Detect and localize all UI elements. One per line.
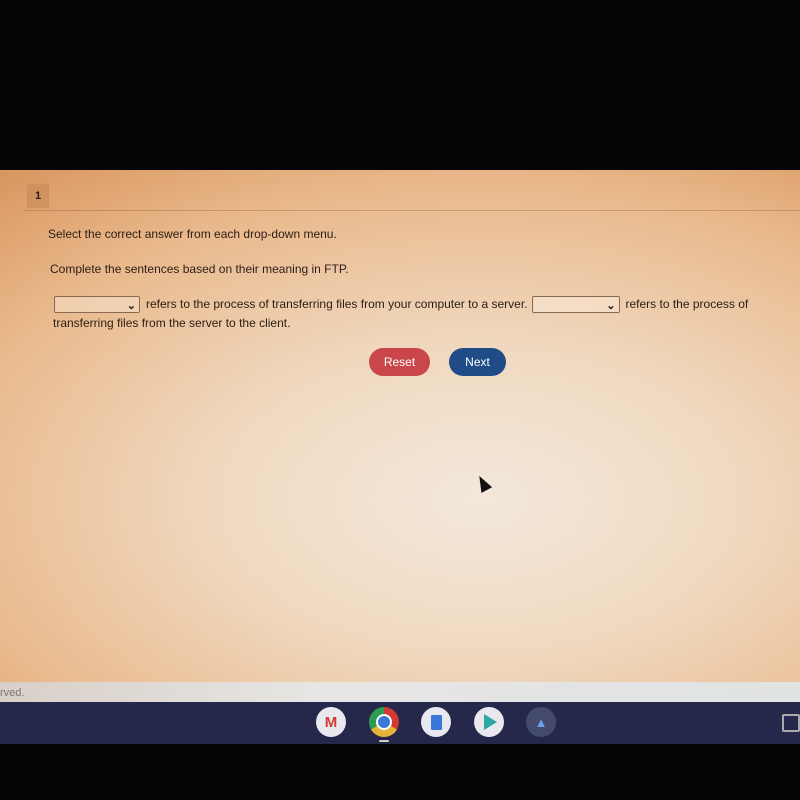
sentence-part-2: refers to the process of: [625, 297, 749, 311]
active-app-indicator: [379, 740, 389, 742]
sentence-part-3: transferring files from the server to th…: [53, 316, 291, 330]
footer-text: rved.: [0, 687, 25, 699]
question-number: 1: [27, 184, 49, 208]
sentence-part-1: refers to the process of transferring fi…: [146, 297, 528, 311]
photos-icon[interactable]: ▲: [526, 707, 556, 737]
prompt-text: Complete the sentences based on their me…: [50, 262, 349, 276]
play-triangle: [484, 714, 497, 730]
chrome-center: [376, 714, 392, 730]
gmail-glyph: M: [324, 713, 338, 731]
reset-button[interactable]: Reset: [369, 348, 430, 376]
sentence-block: ⌄ refers to the process of transferring f…: [53, 294, 774, 330]
next-button[interactable]: Next: [449, 348, 506, 376]
os-shelf: M ▲: [0, 702, 800, 744]
mouse-cursor-icon: [473, 473, 493, 493]
docs-page: [430, 714, 442, 730]
chrome-icon[interactable]: [369, 707, 399, 737]
gmail-icon[interactable]: M: [316, 707, 346, 737]
instruction-text: Select the correct answer from each drop…: [48, 227, 337, 241]
photos-glyph: ▲: [534, 714, 548, 730]
question-header: 1: [24, 182, 800, 211]
dropdown-2[interactable]: ⌄: [531, 296, 620, 314]
chevron-down-icon: ⌄: [606, 300, 616, 313]
play-store-icon[interactable]: [474, 707, 504, 737]
browser-content: 1 Select the correct answer from each dr…: [0, 170, 800, 682]
dropdown-1[interactable]: ⌄: [54, 296, 140, 314]
docs-icon[interactable]: [421, 707, 451, 737]
screen-capture-icon[interactable]: [782, 714, 800, 732]
